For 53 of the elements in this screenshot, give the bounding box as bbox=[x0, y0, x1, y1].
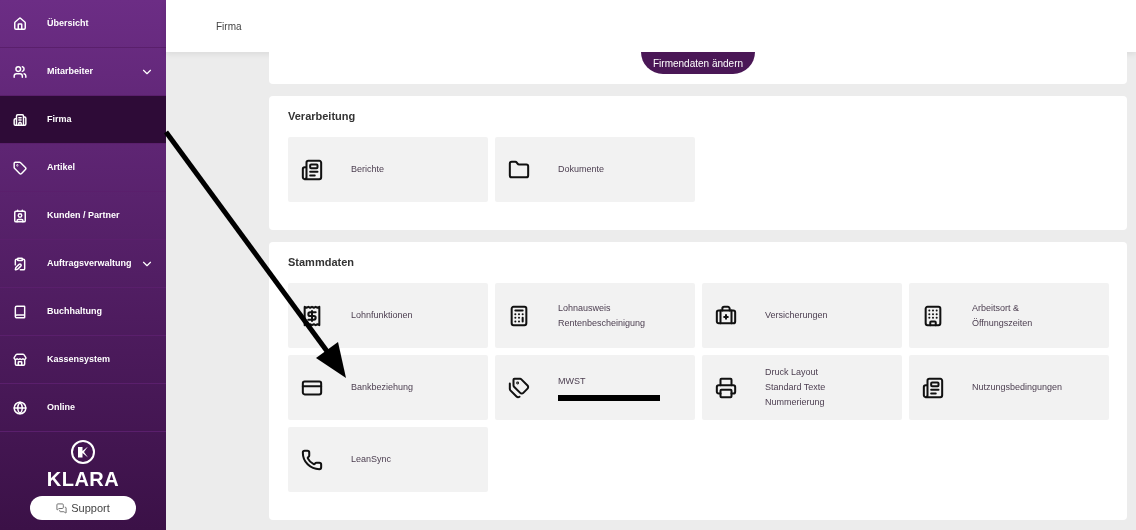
tile-label: Bankbeziehung bbox=[351, 381, 414, 394]
menu-tile[interactable]: Dokumente bbox=[495, 137, 695, 202]
tile-label: Druck Layout Standard Texte Nummerierung bbox=[765, 366, 826, 409]
sidebar-item[interactable]: Artikel bbox=[0, 144, 166, 192]
sidebar-item[interactable]: Auftragsverwaltung bbox=[0, 240, 166, 288]
tile-label: Nutzungsbedingungen bbox=[972, 381, 1063, 394]
menu-tile[interactable]: Versicherungen bbox=[702, 283, 902, 348]
tag-icon bbox=[13, 160, 27, 175]
folder-icon bbox=[508, 158, 530, 181]
phone-icon bbox=[301, 448, 323, 471]
printer-icon bbox=[715, 376, 737, 399]
tags-icon bbox=[508, 376, 530, 399]
home-icon bbox=[13, 16, 27, 31]
edit-company-button[interactable]: Firmendaten ändern bbox=[640, 52, 756, 74]
tile-label: LeanSync bbox=[351, 453, 392, 466]
tile-label: Lohnausweis Rentenbescheinigung bbox=[558, 301, 646, 330]
globe-icon bbox=[13, 400, 27, 415]
section-title: Stammdaten bbox=[288, 256, 356, 269]
tile-label: Arbeitsort & Öffnungszeiten bbox=[972, 301, 1033, 330]
chat-icon bbox=[56, 502, 68, 514]
page-title: Firma bbox=[216, 19, 242, 34]
contact-card-icon bbox=[13, 208, 27, 223]
menu-tile[interactable]: Lohnausweis Rentenbescheinigung bbox=[495, 283, 695, 348]
users-icon bbox=[13, 64, 27, 79]
tile-label: Versicherungen bbox=[765, 309, 828, 322]
menu-tile[interactable]: LeanSync bbox=[288, 427, 488, 492]
menu-tile[interactable]: Nutzungsbedingungen bbox=[909, 355, 1109, 420]
sidebar-item[interactable]: Firma bbox=[0, 96, 166, 144]
tile-label: Berichte bbox=[351, 163, 385, 176]
dollar-receipt-icon bbox=[301, 304, 323, 327]
book-icon bbox=[13, 304, 27, 319]
menu-tile[interactable]: Lohnfunktionen bbox=[288, 283, 488, 348]
tile-label: MWST bbox=[558, 375, 587, 388]
menu-tile[interactable]: Bankbeziehung bbox=[288, 355, 488, 420]
document-stack-icon bbox=[922, 376, 944, 399]
menu-tile[interactable]: Berichte bbox=[288, 137, 488, 202]
clipboard-pen-icon bbox=[13, 256, 27, 271]
menu-tile[interactable]: MWST bbox=[495, 355, 695, 420]
sidebar-item[interactable]: Kunden / Partner bbox=[0, 192, 166, 240]
sidebar-item[interactable]: Buchhaltung bbox=[0, 288, 166, 336]
medical-case-icon bbox=[715, 304, 737, 327]
menu-tile[interactable]: Druck Layout Standard Texte Nummerierung bbox=[702, 355, 902, 420]
sidebar-item[interactable]: Online bbox=[0, 384, 166, 432]
logo-text: KLARA bbox=[46, 467, 120, 492]
calculator-icon bbox=[508, 304, 530, 327]
tile-label: Dokumente bbox=[558, 163, 605, 176]
sidebar-item[interactable]: Kassensystem bbox=[0, 336, 166, 384]
tile-label: Lohnfunktionen bbox=[351, 309, 413, 322]
section-title: Verarbeitung bbox=[288, 110, 357, 123]
support-button[interactable]: Support bbox=[30, 496, 136, 520]
logo-icon bbox=[71, 440, 95, 464]
menu-tile[interactable]: Arbeitsort & Öffnungszeiten bbox=[909, 283, 1109, 348]
document-stack-icon bbox=[301, 158, 323, 181]
